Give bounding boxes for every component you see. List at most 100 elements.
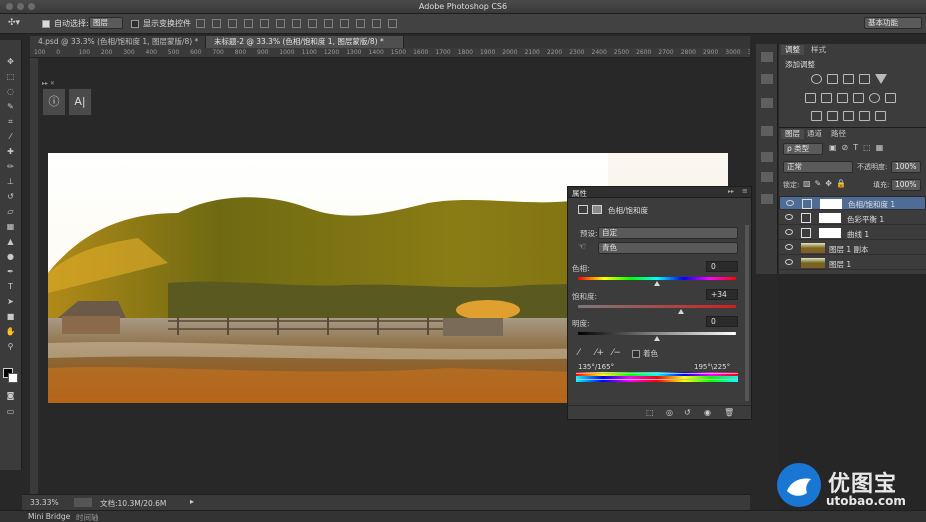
targeted-adjust-icon[interactable]: ☜ <box>578 242 586 252</box>
layer-row-layer1[interactable]: 图层 1 <box>779 256 926 270</box>
blend-mode-dropdown[interactable]: 正常 <box>783 161 853 173</box>
distribute-hcenter-icon[interactable] <box>356 19 365 28</box>
tab-styles[interactable]: 样式 <box>807 45 830 55</box>
clone-stamp-icon[interactable]: ⊥ <box>4 176 17 187</box>
align-vcenter-icon[interactable] <box>212 19 221 28</box>
color-balance-icon[interactable] <box>821 93 832 103</box>
levels-icon[interactable] <box>827 74 838 84</box>
screen-mode-icon[interactable]: ▭ <box>4 406 17 417</box>
shape-icon[interactable]: ■ <box>4 311 17 322</box>
saturation-slider-thumb[interactable] <box>678 309 684 314</box>
curves-icon[interactable] <box>843 74 854 84</box>
lock-icons[interactable]: ▨✎✥🔒 <box>803 179 850 188</box>
move-icon[interactable]: ✥ <box>4 56 17 67</box>
clip-to-layer-icon[interactable]: ⬚ <box>646 408 654 417</box>
hue-slider[interactable] <box>578 277 736 280</box>
tab-paths[interactable]: 路径 <box>827 129 850 139</box>
info-icon[interactable]: ⓘ <box>42 88 66 116</box>
layer-filter-icons[interactable]: ▣⊘T⬚▦ <box>829 143 888 152</box>
layer-row-hue-saturation[interactable]: 色相/饱和度 1 <box>779 196 926 210</box>
distribute-vcenter-icon[interactable] <box>308 19 317 28</box>
actions-icon[interactable] <box>761 74 773 84</box>
eyedropper-icon[interactable]: ⁄ <box>4 131 17 142</box>
quick-mask-icon[interactable]: ◙ <box>4 390 17 401</box>
lightness-slider[interactable] <box>578 332 736 335</box>
align-hcenter-icon[interactable] <box>260 19 269 28</box>
mask-icon[interactable] <box>592 205 602 214</box>
lightness-value-field[interactable]: 0 <box>706 316 738 327</box>
invert-icon[interactable] <box>811 111 822 121</box>
tab-layers[interactable]: 图层 <box>781 129 804 139</box>
align-distribute-icons[interactable] <box>196 19 404 30</box>
eye-icon[interactable] <box>785 259 793 265</box>
fill-field[interactable]: 100% <box>891 179 921 191</box>
hue-value-field[interactable]: 0 <box>706 261 738 272</box>
lightness-slider-thumb[interactable] <box>654 336 660 341</box>
brightness-contrast-icon[interactable] <box>811 74 822 84</box>
auto-select-checkbox[interactable] <box>42 19 50 28</box>
brush-presets-icon[interactable] <box>761 152 773 162</box>
quick-select-icon[interactable]: ✎ <box>4 101 17 112</box>
layer-mask-thumbnail[interactable] <box>819 228 841 238</box>
healing-brush-icon[interactable]: ✚ <box>4 146 17 157</box>
brush-icon[interactable]: ✏ <box>4 161 17 172</box>
visibility-icon[interactable]: ◉ <box>704 408 711 417</box>
layer-comps-icon[interactable] <box>761 194 773 204</box>
tab-timeline[interactable]: 时间轴 <box>76 512 99 522</box>
reset-icon[interactable]: ↺ <box>684 408 691 417</box>
panel-collapse-icon[interactable]: ▸▸ <box>728 188 734 195</box>
eyedropper-sample-icon[interactable]: ⁄ <box>578 348 580 358</box>
eye-icon[interactable] <box>786 200 794 206</box>
view-previous-icon[interactable]: ◎ <box>666 408 673 417</box>
distribute-bottom-icon[interactable] <box>324 19 333 28</box>
layer-mask-thumbnail[interactable] <box>820 199 842 209</box>
align-top-icon[interactable] <box>196 19 205 28</box>
layer-row-color-balance[interactable]: 色彩平衡 1 <box>779 211 926 225</box>
hue-saturation-icon[interactable] <box>805 93 816 103</box>
gradient-map-icon[interactable] <box>859 111 870 121</box>
distribute-top-icon[interactable] <box>292 19 301 28</box>
layer-row-layer1-copy[interactable]: 图层 1 副本 <box>779 241 926 255</box>
character-icon[interactable]: A| <box>68 88 92 116</box>
threshold-icon[interactable] <box>843 111 854 121</box>
pen-icon[interactable]: ✒ <box>4 266 17 277</box>
align-right-icon[interactable] <box>276 19 285 28</box>
hue-slider-thumb[interactable] <box>654 281 660 286</box>
eye-icon[interactable] <box>785 229 793 235</box>
channel-dropdown[interactable]: 青色 <box>598 242 738 254</box>
vibrance-icon[interactable] <box>875 74 887 84</box>
blur-icon[interactable]: ▲ <box>4 236 17 247</box>
paragraph-icon[interactable] <box>761 126 773 136</box>
color-lookup-icon[interactable] <box>885 93 896 103</box>
history-icon[interactable] <box>761 52 773 62</box>
dodge-icon[interactable]: ● <box>4 251 17 262</box>
exposure-icon[interactable] <box>859 74 870 84</box>
auto-align-icon[interactable] <box>388 19 397 28</box>
crop-icon[interactable]: ⌗ <box>4 116 17 127</box>
gradient-icon[interactable]: ▦ <box>4 221 17 232</box>
preset-dropdown[interactable]: 自定 <box>598 227 738 239</box>
colorize-checkbox[interactable] <box>632 349 640 358</box>
path-select-icon[interactable]: ➤ <box>4 296 17 307</box>
move-tool-icon[interactable]: ✣▾ <box>8 18 20 28</box>
channel-mixer-icon[interactable] <box>869 93 880 103</box>
zoom-export-icon[interactable] <box>74 498 92 507</box>
align-left-icon[interactable] <box>244 19 253 28</box>
workspace-dropdown[interactable]: 基本功能 <box>864 17 922 29</box>
status-menu-arrow-icon[interactable]: ▸ <box>190 497 194 506</box>
clone-source-icon[interactable] <box>761 172 773 182</box>
distribute-left-icon[interactable] <box>340 19 349 28</box>
layer-mask-thumbnail[interactable] <box>819 213 841 223</box>
histogram-icon[interactable] <box>761 98 773 108</box>
tab-mini-bridge[interactable]: Mini Bridge <box>28 512 70 521</box>
black-white-icon[interactable] <box>837 93 848 103</box>
distribute-right-icon[interactable] <box>372 19 381 28</box>
align-bottom-icon[interactable] <box>228 19 237 28</box>
type-icon[interactable]: T <box>4 281 17 292</box>
properties-scrollbar[interactable] <box>745 225 749 401</box>
tab-document-1[interactable]: 4.psd @ 33.3% (色相/饱和度 1, 图层蒙版/8) * <box>30 36 206 48</box>
tab-document-2[interactable]: 未标题-2 @ 33.3% (色相/饱和度 1, 图层蒙版/8) * <box>206 36 404 48</box>
delete-icon[interactable]: 🗑 <box>724 408 734 417</box>
selective-color-icon[interactable] <box>875 111 886 121</box>
eye-icon[interactable] <box>785 244 793 250</box>
